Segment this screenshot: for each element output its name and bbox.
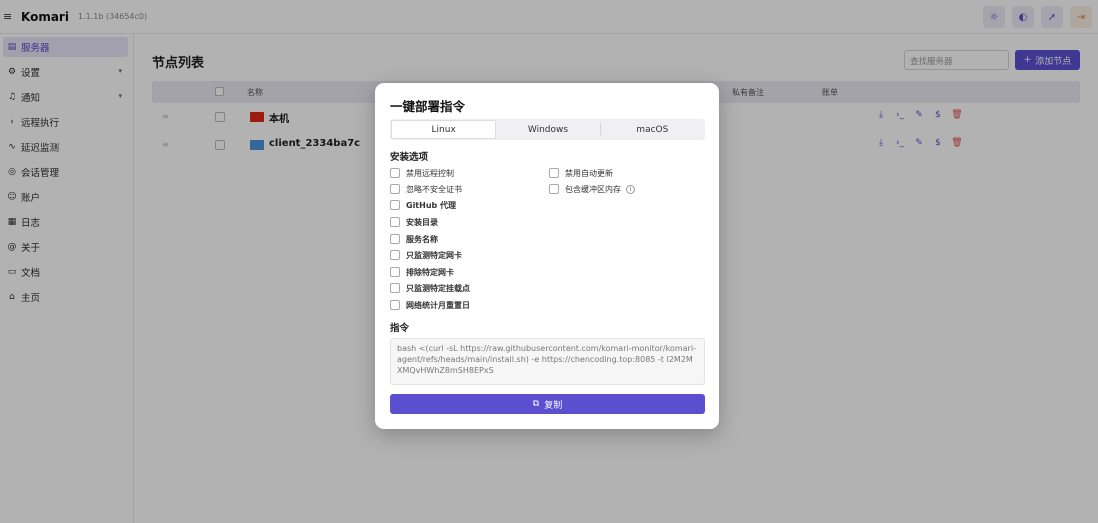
option-label: 禁用远程控制 xyxy=(406,168,454,178)
option-label: 只监测特定网卡 xyxy=(406,250,462,260)
option-label: 排除特定网卡 xyxy=(406,267,454,277)
option-label: 禁用自动更新 xyxy=(565,168,613,178)
option-install-dir[interactable]: 安装目录 xyxy=(390,216,438,228)
option-label: 安装目录 xyxy=(406,217,438,227)
tab-linux[interactable]: Linux xyxy=(391,120,497,139)
checkbox[interactable] xyxy=(390,200,400,210)
option-label: 包含缓冲区内存 xyxy=(565,184,621,194)
option-label: GitHub 代理 xyxy=(406,200,457,210)
option-service-name[interactable]: 服务名称 xyxy=(390,233,438,245)
option-exclude-nics[interactable]: 排除特定网卡 xyxy=(390,266,454,278)
info-icon[interactable]: i xyxy=(626,184,635,194)
option-include-nics[interactable]: 只监测特定网卡 xyxy=(390,249,462,261)
tab-windows[interactable]: Windows xyxy=(496,120,599,139)
checkbox[interactable] xyxy=(390,217,400,227)
copy-button[interactable]: ⧉ 复制 xyxy=(390,394,705,414)
option-include-mountpoints[interactable]: 只监测特定挂载点 xyxy=(390,282,470,294)
os-tabs: Linux Windows macOS xyxy=(390,119,705,140)
tab-macos[interactable]: macOS xyxy=(601,120,704,139)
checkbox[interactable] xyxy=(390,300,400,310)
checkbox[interactable] xyxy=(390,168,400,178)
checkbox[interactable] xyxy=(549,184,559,194)
option-github-proxy[interactable]: GitHub 代理 xyxy=(390,199,456,211)
copy-icon: ⧉ xyxy=(532,399,540,409)
command-label: 指令 xyxy=(390,323,410,334)
checkbox[interactable] xyxy=(390,283,400,293)
option-disable-auto-update[interactable]: 禁用自动更新 xyxy=(549,167,613,179)
dialog-title: 一键部署指令 xyxy=(390,99,466,114)
checkbox[interactable] xyxy=(390,234,400,244)
option-label: 只监测特定挂载点 xyxy=(406,283,470,293)
checkbox[interactable] xyxy=(390,267,400,277)
deploy-command-dialog: 一键部署指令 Linux Windows macOS 安装选项 禁用远程控制 忽… xyxy=(375,83,719,429)
option-disable-remote-control[interactable]: 禁用远程控制 xyxy=(390,167,454,179)
command-textarea[interactable]: bash <(curl -sL https://raw.githubuserco… xyxy=(390,338,705,385)
option-label: 网络统计月重置日 xyxy=(406,300,470,310)
install-options-label: 安装选项 xyxy=(390,152,429,163)
checkbox[interactable] xyxy=(549,168,559,178)
checkbox[interactable] xyxy=(390,184,400,194)
option-label: 忽略不安全证书 xyxy=(406,184,462,194)
option-memory-include-cache[interactable]: 包含缓冲区内存 i xyxy=(549,183,635,195)
copy-label: 复制 xyxy=(544,400,563,411)
option-ignore-insecure-cert[interactable]: 忽略不安全证书 xyxy=(390,183,462,195)
option-label: 服务名称 xyxy=(406,234,438,244)
option-month-rotate[interactable]: 网络统计月重置日 xyxy=(390,299,470,311)
checkbox[interactable] xyxy=(390,250,400,260)
